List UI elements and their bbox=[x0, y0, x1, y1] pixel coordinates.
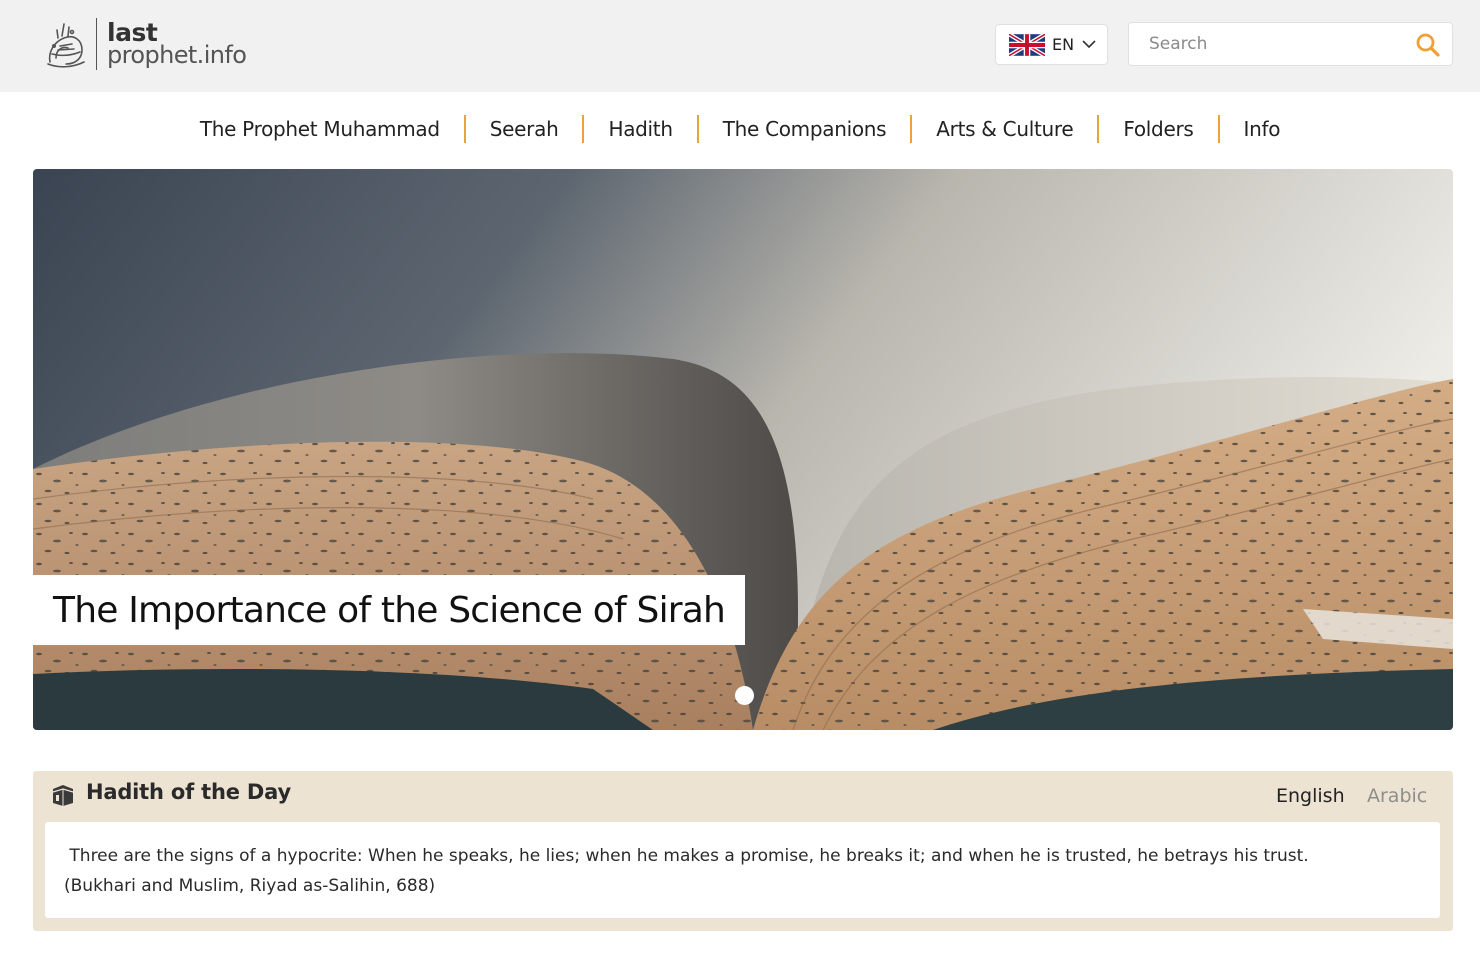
hadith-quote: Three are the signs of a hypocrite: When… bbox=[69, 846, 1309, 866]
nav-item-folders[interactable]: Folders bbox=[1099, 115, 1217, 143]
logo-divider bbox=[96, 18, 97, 70]
tab-english[interactable]: English bbox=[1276, 785, 1345, 807]
hadith-of-the-day-panel: Hadith of the Day English Arabic Three a… bbox=[33, 771, 1453, 931]
logo-line-2: prophet.info bbox=[107, 41, 247, 69]
nav-item-prophet-muhammad[interactable]: The Prophet Muhammad bbox=[176, 115, 464, 143]
hero-open-book-image bbox=[33, 169, 1453, 730]
hadith-title: Hadith of the Day bbox=[86, 780, 291, 804]
logo-wordmark: last prophet.info bbox=[107, 20, 247, 69]
hadith-text: Three are the signs of a hypocrite: When… bbox=[64, 841, 1421, 871]
tab-arabic[interactable]: Arabic bbox=[1367, 785, 1427, 807]
nav-item-companions[interactable]: The Companions bbox=[699, 115, 911, 143]
nav-item-arts-culture[interactable]: Arts & Culture bbox=[912, 115, 1097, 143]
chevron-down-icon bbox=[1082, 40, 1096, 49]
kaaba-icon bbox=[52, 785, 74, 806]
site-logo[interactable]: last prophet.info bbox=[42, 16, 262, 72]
hadith-text-box: Three are the signs of a hypocrite: When… bbox=[45, 822, 1440, 918]
search-box bbox=[1128, 22, 1453, 66]
calligraphy-logo-icon bbox=[47, 23, 85, 68]
hero-caption[interactable]: The Importance of the Science of Sirah bbox=[33, 575, 746, 645]
hero-slider[interactable]: The Importance of the Science of Sirah bbox=[33, 169, 1453, 730]
hero-caption-text: The Importance of the Science of Sirah bbox=[53, 589, 726, 631]
search-input[interactable] bbox=[1129, 23, 1409, 65]
language-code: EN bbox=[1052, 35, 1075, 54]
main-navigation: The Prophet Muhammad Seerah Hadith The C… bbox=[0, 108, 1480, 150]
nav-item-info[interactable]: Info bbox=[1220, 115, 1305, 143]
site-header: last prophet.info EN bbox=[0, 0, 1480, 92]
uk-flag-icon bbox=[1009, 33, 1045, 56]
nav-item-seerah[interactable]: Seerah bbox=[466, 115, 583, 143]
slider-dot-active[interactable] bbox=[735, 686, 754, 705]
language-selector[interactable]: EN bbox=[995, 24, 1108, 65]
search-icon[interactable] bbox=[1415, 32, 1441, 58]
hadith-source: (Bukhari and Muslim, Riyad as-Salihin, 6… bbox=[64, 876, 436, 896]
nav-item-hadith[interactable]: Hadith bbox=[584, 115, 696, 143]
